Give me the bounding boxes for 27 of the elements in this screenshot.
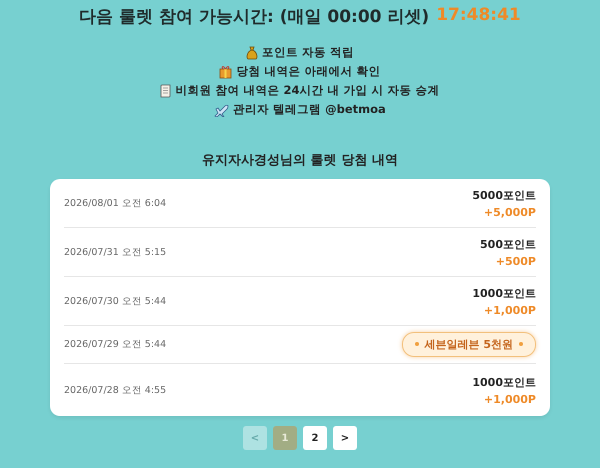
win-date: 2026/08/01 오전 6:04 (64, 196, 166, 210)
points-amount: +500P (496, 254, 536, 268)
prize-name: 1000포인트 (472, 286, 536, 300)
page-button[interactable]: > (333, 426, 357, 450)
money-bag-icon (246, 46, 258, 60)
document-icon (160, 84, 172, 98)
page-button[interactable]: 2 (303, 426, 327, 450)
gift-icon (219, 64, 232, 78)
prize-badge: 세븐일레븐 5천원 (402, 332, 536, 357)
notice-text: 관리자 텔레그램 @betmoa (233, 102, 386, 117)
points-amount: +1,000P (484, 392, 536, 406)
win-date: 2026/07/31 오전 5:15 (64, 246, 166, 258)
win-date: 2026/07/30 오전 5:44 (64, 294, 166, 308)
points-amount: +5,000P (484, 206, 536, 218)
countdown-title: 다음 룰렛 참여 가능시간: (매일 00:00 리셋) (79, 6, 430, 28)
countdown-timer: 17:48:41 (436, 5, 521, 27)
points-amount: +1,000P (484, 304, 536, 316)
airplane-icon (214, 102, 230, 116)
prize-name: 5000포인트 (472, 188, 536, 202)
notice-text: 포인트 자동 적립 (262, 45, 354, 60)
notice-text: 비회원 참여 내역은 24시간 내 가입 시 자동 승계 (175, 83, 440, 98)
prize-name: 500포인트 (480, 236, 536, 252)
history-title: 유지자사경성님의 룰렛 당첨 내역 (202, 152, 398, 169)
prize-name: 1000포인트 (472, 374, 536, 390)
win-date: 2026/07/28 오전 4:55 (64, 384, 166, 396)
win-date: 2026/07/29 오전 5:44 (64, 338, 166, 351)
notice-text: 당첨 내역은 아래에서 확인 (236, 64, 380, 79)
